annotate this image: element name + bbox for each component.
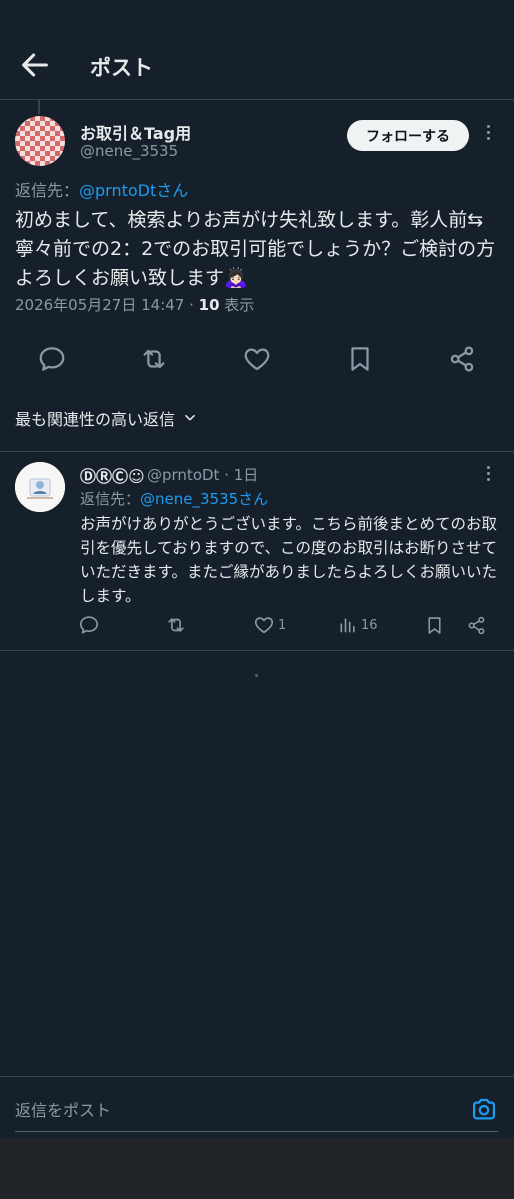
views-label: 表示 (219, 296, 255, 314)
views-count[interactable]: 10 (199, 296, 220, 314)
like-icon[interactable] (242, 344, 272, 374)
more-options-icon[interactable] (480, 125, 496, 147)
reply-to-label: 返信先： (80, 490, 141, 508)
view-count: 16 (361, 617, 378, 633)
avatar[interactable] (15, 462, 65, 512)
top-bar: ポスト (0, 0, 514, 100)
chevron-down-icon (185, 414, 195, 421)
post-timestamp: 2026年05月27日 14:47 (15, 296, 185, 314)
reply-to-line: 返信先：@prntoDtさん (15, 177, 188, 201)
follow-button[interactable]: フォローする (347, 120, 469, 151)
system-nav-bar (0, 1138, 514, 1199)
camera-icon[interactable] (470, 1095, 498, 1123)
reply-button[interactable] (78, 612, 100, 638)
share-icon[interactable] (447, 344, 477, 374)
bookmark-icon[interactable] (345, 344, 375, 374)
like-button[interactable]: 1 (253, 612, 286, 638)
share-button[interactable] (466, 612, 487, 638)
post-actions (0, 344, 514, 378)
page-title: ポスト (90, 56, 153, 80)
reply-to-line: 返信先：@nene_3535さん (80, 488, 268, 509)
avatar-illustration-icon (15, 462, 65, 512)
author-handle[interactable]: @prntoDt · 1日 (147, 464, 258, 485)
reply-icon (79, 616, 99, 634)
like-icon (254, 617, 274, 634)
views-button[interactable]: 16 (338, 612, 378, 638)
post-body: 初めまして、検索よりお声がけ失礼致します。彰人前⇆寧々前での2：2でのお取引可能… (15, 209, 496, 289)
reply-input[interactable]: 返信をポスト (15, 1097, 111, 1121)
input-underline (15, 1131, 498, 1132)
retweet-button[interactable] (165, 612, 187, 638)
reply-actions: 1 16 (0, 612, 514, 640)
thread-connector (38, 100, 40, 114)
share-icon (468, 616, 485, 634)
reply-icon[interactable] (37, 344, 67, 374)
bookmark-icon (428, 616, 441, 634)
reply-composer: 返信をポスト (0, 1076, 514, 1138)
reply-to-mention[interactable]: @nene_3535さん (140, 490, 268, 508)
reply-to-label: 返信先： (15, 181, 80, 200)
sort-label: 最も関連性の高い返信 (15, 410, 176, 429)
author-name[interactable]: お取引＆Tag用 (80, 120, 191, 144)
like-count: 1 (278, 617, 287, 633)
avatar[interactable] (15, 116, 65, 166)
loading-indicator (255, 674, 258, 677)
more-options-icon[interactable] (480, 466, 496, 486)
author-name[interactable]: ⒹⓇⒸ☺ (80, 463, 145, 487)
reply-to-mention[interactable]: @prntoDtさん (79, 181, 188, 200)
retweet-icon (168, 618, 184, 632)
bookmark-button[interactable] (424, 612, 445, 638)
divider (0, 451, 514, 452)
author-handle[interactable]: @nene_3535 (80, 142, 178, 160)
views-chart-icon (340, 618, 355, 633)
reply-body: お声がけありがとうございます。こちら前後まとめてのお取引を優先しておりますので、… (80, 515, 497, 605)
post-meta: 2026年05月27日 14:47 · 10 表示 (15, 296, 255, 314)
back-arrow-icon[interactable] (18, 48, 52, 82)
retweet-icon[interactable] (139, 344, 169, 374)
reply-sort-selector[interactable]: 最も関連性の高い返信 (15, 406, 197, 430)
divider (0, 650, 514, 651)
